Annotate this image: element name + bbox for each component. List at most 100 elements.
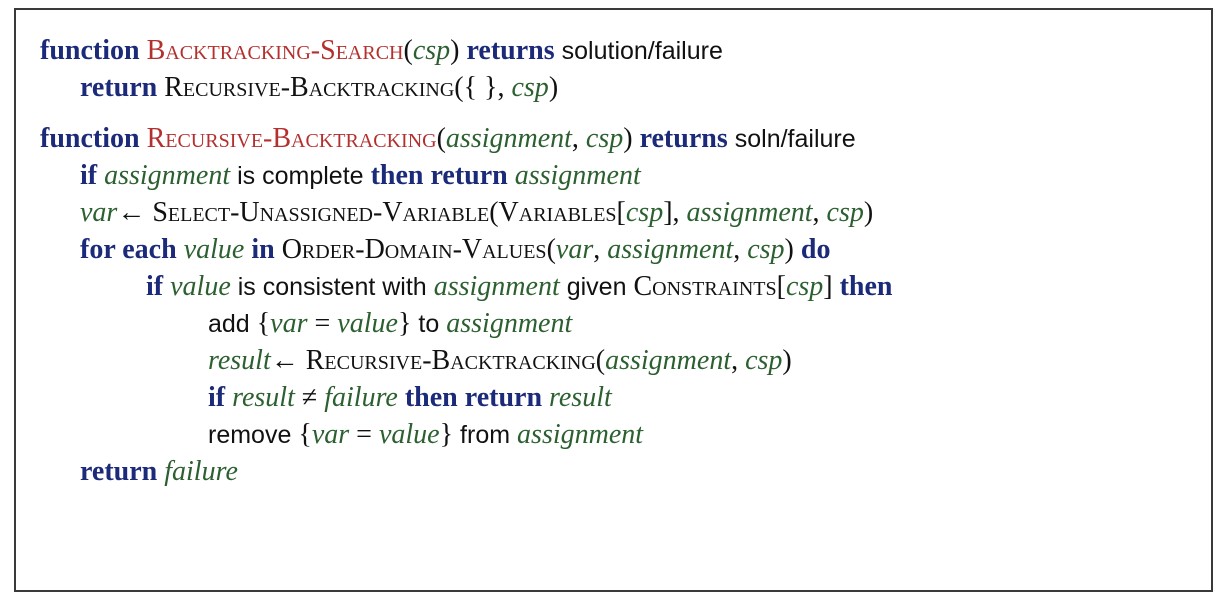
var-result: result (549, 382, 612, 413)
assign-arrow: ← (117, 197, 146, 228)
keyword-do: do (800, 234, 831, 265)
line-if-result: if result ≠ failure then return result (40, 379, 1201, 416)
var-csp: csp (826, 197, 864, 228)
equals-sign: = (356, 419, 372, 450)
keyword-then-return: then return (405, 382, 542, 413)
var-csp: csp (412, 35, 451, 66)
paren: ( (546, 234, 556, 265)
bracket: ] (823, 271, 833, 302)
bracket: ] (663, 197, 673, 228)
line-recursive-backtracking-header: function Recursive-Backtracking(assignme… (40, 120, 1201, 157)
var-var: var (555, 234, 594, 265)
keyword-if: if (80, 160, 98, 191)
line-return-failure: return failure (40, 453, 1201, 490)
paren: ( (403, 35, 413, 66)
paren: ( (436, 123, 446, 154)
text-from: from (460, 421, 511, 449)
line-return-recursive: return Recursive-Backtracking({ }, csp) (40, 69, 1201, 106)
line-if-consistent: if value is consistent with assignment g… (40, 268, 1201, 305)
keyword-return: return (430, 160, 508, 191)
paren: ( (595, 345, 606, 376)
var-csp: csp (785, 271, 824, 302)
var-failure: failure (164, 456, 238, 487)
paren: ) (784, 234, 794, 265)
var-assignment: assignment (607, 234, 734, 265)
paren: ) (450, 35, 460, 66)
paren: ( (489, 197, 499, 228)
comma: , (733, 234, 741, 265)
text-given: given (566, 273, 627, 301)
var-assignment: assignment (445, 123, 572, 154)
keyword-return: return (80, 456, 158, 487)
line-add: add {var = value} to assignment (40, 305, 1201, 342)
var-value: value (337, 308, 398, 339)
comma: , (731, 345, 739, 376)
var-result: result (232, 382, 295, 413)
keyword-return: return (464, 382, 543, 413)
algorithm-box: function Backtracking-Search(csp) return… (14, 8, 1213, 592)
paren: ) (623, 123, 633, 154)
text-to: to (418, 310, 440, 338)
var-assignment: assignment (104, 160, 231, 191)
keyword-if: if (208, 382, 226, 413)
keyword-if: if (146, 271, 164, 302)
text-is-complete: is complete (237, 162, 364, 190)
var-value: value (183, 234, 245, 265)
comma: , (672, 197, 680, 228)
keyword-return: return (80, 72, 158, 103)
line-select-variable: var← Select-Unassigned-Variable(Variable… (40, 194, 1201, 231)
equals-sign: = (314, 308, 331, 339)
keyword-returns: returns (466, 35, 555, 66)
var-assignment: assignment (446, 308, 573, 339)
line-backtracking-search-header: function Backtracking-Search(csp) return… (40, 32, 1201, 69)
brace: } (397, 308, 412, 339)
keyword-for-each: for each (80, 234, 177, 265)
comma: , (593, 234, 601, 265)
function-name-backtracking-search: Backtracking-Search (146, 35, 404, 66)
keyword-then: then (370, 160, 424, 191)
line-remove: remove {var = value} from assignment (40, 416, 1201, 453)
assign-arrow: ← (270, 345, 299, 376)
return-type: solution/failure (561, 37, 723, 65)
line-if-complete: if assignment is complete then return as… (40, 157, 1201, 194)
text-remove: remove (208, 421, 292, 449)
call-recursive-backtracking: Recursive-Backtracking (305, 345, 596, 376)
call-select-unassigned-variable: Select-Unassigned-Variable (152, 197, 490, 228)
return-type: soln/failure (734, 125, 856, 153)
comma: , (497, 72, 505, 103)
comma: , (812, 197, 820, 228)
line-recursive-call: result← Recursive-Backtracking(assignmen… (40, 342, 1201, 379)
var-assignment: assignment (517, 419, 644, 450)
keyword-function: function (40, 123, 140, 154)
var-value: value (378, 419, 440, 450)
var-value: value (170, 271, 231, 302)
var-csp: csp (747, 234, 785, 265)
var-csp: csp (745, 345, 783, 376)
line-for-each: for each value in Order-Domain-Values(va… (40, 231, 1201, 268)
var-csp: csp (511, 72, 549, 103)
call-order-domain-values: Order-Domain-Values (281, 234, 547, 265)
bracket: [ (616, 197, 626, 228)
keyword-in: in (251, 234, 275, 265)
text-is-consistent-with: is consistent with (237, 273, 427, 301)
call-recursive-backtracking: Recursive-Backtracking (164, 72, 455, 103)
paren: ) (782, 345, 792, 376)
var-result: result (208, 345, 271, 376)
paren: ( (454, 72, 464, 103)
keyword-then: then (839, 271, 893, 302)
var-var: var (80, 197, 118, 228)
keyword-then: then (404, 382, 458, 413)
pseudocode: function Backtracking-Search(csp) return… (40, 32, 1201, 490)
var-assignment: assignment (686, 197, 813, 228)
var-assignment: assignment (514, 160, 641, 191)
paren: ) (548, 72, 559, 103)
var-assignment: assignment (605, 345, 732, 376)
call-constraints: Constraints (633, 271, 777, 302)
keyword-then-return: then return (371, 160, 508, 191)
empty-set: { } (463, 72, 498, 103)
var-csp: csp (585, 123, 624, 154)
var-assignment: assignment (433, 271, 560, 302)
var-csp: csp (625, 197, 664, 228)
bracket: [ (776, 271, 786, 302)
brace: { (256, 308, 271, 339)
